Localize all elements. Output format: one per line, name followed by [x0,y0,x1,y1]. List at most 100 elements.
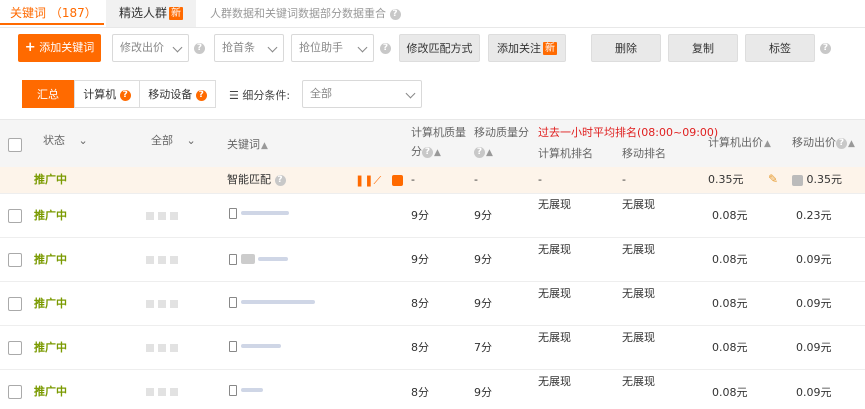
help-icon[interactable]: ? [274,174,286,186]
delete-button[interactable]: 删除 [591,34,661,62]
trend-chart-icon[interactable]: ⟋ [374,175,385,186]
status-header-label: 状态 [43,134,65,147]
table-row: 推广中 9分 9分 无展现 无展现 0.08元 0.23元 [0,193,865,238]
masked-keyword [240,344,281,348]
pc-quality-header[interactable]: 计算机质量分? ▲ [411,126,466,160]
mobile-bid-header[interactable]: 移动出价? ▲ [792,136,855,151]
mobile-quality-header[interactable]: 移动质量分? ▲ [474,126,529,160]
mobile-bid-cell: 0.35元 [792,173,842,187]
pc-bid-value[interactable]: 0.08元 [712,297,748,311]
tab-summary[interactable]: 汇总 [22,80,74,108]
add-keyword-label: 添加关键词 [39,41,95,54]
table-row: 推广中 8分 7分 无展现 无展现 0.08元 0.09元 [0,325,865,370]
data-overlap-note: 人群数据和关键词数据部分数据重合 ? [210,0,401,27]
mobile-quality-value: 7分 [474,341,492,354]
pc-rank-value: 无展现 [538,287,571,300]
keyword-cell[interactable] [229,252,288,266]
sort-up-icon: ▲ [764,139,771,149]
subdivide-select[interactable]: 全部 [302,80,422,108]
pc-rank-value: 无展现 [538,375,571,388]
keyword-header-label: 关键词 [227,138,260,151]
select-all-checkbox[interactable] [8,138,22,152]
masked-info [146,386,182,400]
copy-button[interactable]: 复制 [668,34,738,62]
chevron-down-icon: ⌄ [78,134,88,147]
plus-icon: + [24,40,36,55]
row-checkbox[interactable] [8,297,22,311]
pc-bid-value[interactable]: 0.08元 [712,386,748,400]
all-header-label: 全部 [151,134,173,147]
add-keyword-button[interactable]: + 添加关键词 [18,34,101,62]
mobile-bid-value[interactable]: 0.09元 [796,386,832,400]
help-icon[interactable]: ? [194,43,205,54]
pc-rank-value: - [538,173,542,186]
smart-match-row: 推广中 智能匹配 ? ❚❚ ⟋ - - - - 0.35元 ✎ 0.35元 [0,167,865,194]
device-icon [792,174,803,186]
subdivide-text: 细分条件: [242,89,291,102]
keyword-cell[interactable] [229,295,315,309]
pc-bid-header[interactable]: 计算机出价▲ [708,136,771,151]
mobile-quality-value: 9分 [474,386,492,399]
help-icon[interactable]: ? [836,137,847,149]
row-checkbox[interactable] [8,341,22,355]
mobile-bid-value[interactable]: 0.23元 [796,209,832,223]
help-icon[interactable]: ? [389,8,401,20]
grab-assistant-select[interactable]: 抢位助手 [291,34,374,62]
sort-up-icon: ▲ [848,139,855,149]
help-icon[interactable]: ? [474,146,485,158]
keyword-cell[interactable] [229,339,281,353]
pc-quality-value: - [411,173,415,186]
grab-assistant-label: 抢位助手 [299,41,343,54]
masked-keyword [240,300,315,304]
mobile-quality-value: - [474,173,478,186]
add-follow-label: 添加关注 [497,42,541,55]
edit-pencil-icon[interactable]: ✎ [768,172,778,186]
pc-quality-value: 9分 [411,209,429,222]
help-icon[interactable]: ? [119,89,131,101]
pc-bid-value[interactable]: 0.08元 [712,209,748,223]
toolbar: + 添加关键词 修改出价 ? 抢首条 抢位助手 ? 修改匹配方式 添加关注新 删… [0,34,865,64]
tab-crowd[interactable]: 精选人群新 [106,0,196,27]
add-follow-button[interactable]: 添加关注新 [488,34,566,62]
row-checkbox[interactable] [8,385,22,399]
row-checkbox[interactable] [8,253,22,267]
status-header[interactable]: 状态 ⌄ [43,134,88,148]
pc-quality-line1: 计算机质量 [411,126,466,139]
pause-icon[interactable]: ❚❚ [355,175,373,186]
table-row: 推广中 9分 9分 无展现 无展现 0.08元 0.09元 [0,237,865,282]
tab-mobile-label: 移动设备 [148,88,193,101]
help-icon[interactable]: ? [195,89,207,101]
keyword-cell[interactable] [229,383,263,397]
report-icon[interactable] [392,174,403,186]
masked-keyword [240,211,289,215]
tab-mobile[interactable]: 移动设备 ? [139,80,216,108]
sort-up-icon: ▲ [261,141,268,151]
tag-button[interactable]: 标签 [745,34,815,62]
tab-keyword[interactable]: 关键词 （187） [0,0,104,25]
chevron-down-icon [357,42,368,53]
chevron-down-icon [267,42,278,53]
modify-bid-label: 修改出价 [120,41,164,54]
all-header[interactable]: 全部 ⌄ [151,134,196,148]
modify-bid-select[interactable]: 修改出价 [112,34,189,62]
help-icon[interactable]: ? [422,146,433,158]
status-text: 推广中 [34,253,67,266]
keyword-header[interactable]: 关键词▲ [227,138,268,153]
row-checkbox[interactable] [8,209,22,223]
tab-computer[interactable]: 计算机 ? [74,80,140,108]
pc-bid-value[interactable]: 0.08元 [712,253,748,267]
masked-info [146,342,182,356]
pc-bid-label: 计算机出价 [708,136,763,149]
keyword-cell[interactable] [229,206,289,220]
status-text: 推广中 [34,297,67,310]
modify-match-button[interactable]: 修改匹配方式 [399,34,480,62]
pc-quality-value: 8分 [411,341,429,354]
grab-first-select[interactable]: 抢首条 [214,34,284,62]
pc-bid-value[interactable]: 0.08元 [712,341,748,355]
help-icon[interactable]: ? [380,43,391,54]
mobile-bid-value[interactable]: 0.09元 [796,253,832,267]
mobile-bid-value[interactable]: 0.09元 [796,341,832,355]
help-icon[interactable]: ? [820,43,831,54]
list-icon: ☰ [229,89,239,102]
mobile-bid-value[interactable]: 0.09元 [796,297,832,311]
